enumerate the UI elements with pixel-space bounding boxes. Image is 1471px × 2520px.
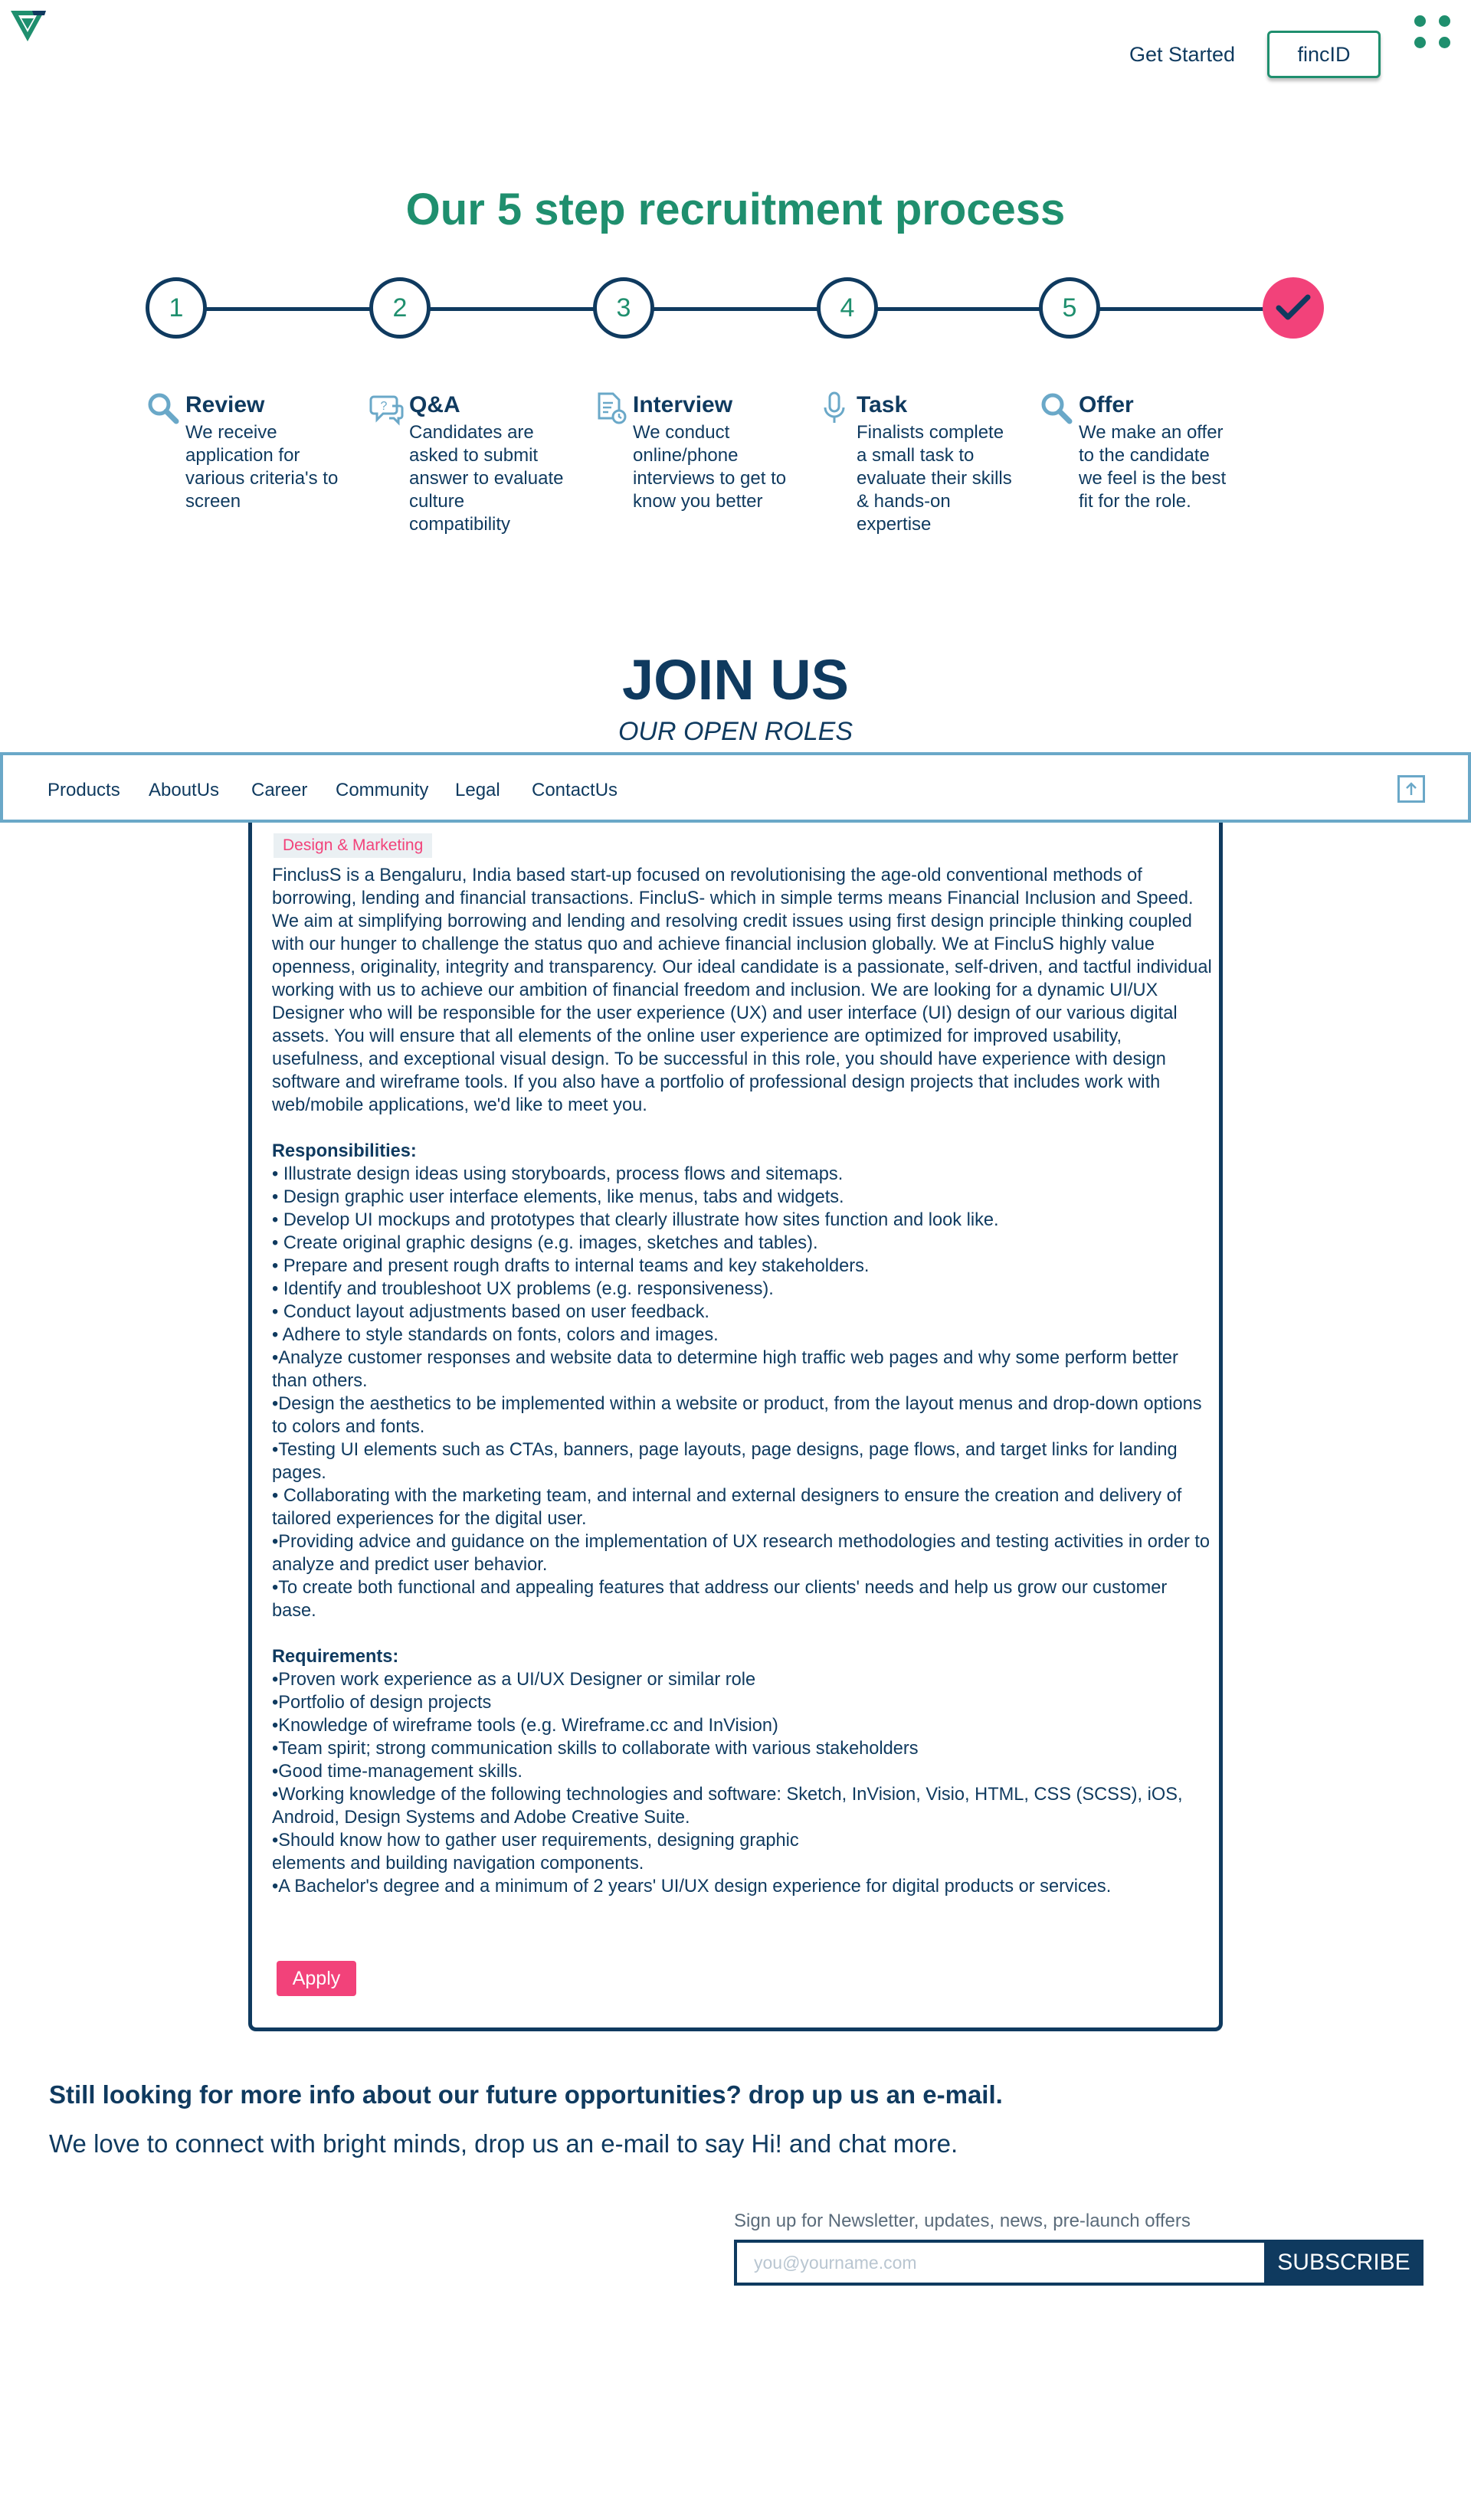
step-number-3: 3	[593, 277, 654, 339]
subscribe-button[interactable]: SUBSCRIBE	[1264, 2240, 1423, 2286]
fincid-button[interactable]: fincID	[1267, 31, 1381, 78]
step-number-5: 5	[1039, 277, 1100, 339]
get-started-link[interactable]: Get Started	[1129, 43, 1235, 67]
connect-text: We love to connect with bright minds, dr…	[49, 2129, 958, 2158]
nav-community[interactable]: Community	[336, 780, 428, 801]
job-category-tag: Design & Marketing	[274, 833, 433, 858]
step-number-2: 2	[369, 277, 431, 339]
apply-button[interactable]: Apply	[277, 1961, 356, 1996]
footer-nav-bar: Products AboutUs Career Community Legal …	[0, 752, 1471, 823]
step-name: Offer	[1079, 392, 1134, 417]
scroll-to-top-button[interactable]	[1397, 775, 1425, 803]
nav-products[interactable]: Products	[48, 780, 120, 801]
list-item: • Identify and troubleshoot UX problems …	[272, 1279, 774, 1299]
list-item: • Illustrate design ideas using storyboa…	[272, 1164, 844, 1184]
fincluS-logo[interactable]	[9, 8, 48, 44]
job-description: FinclusS is a Bengaluru, India based sta…	[272, 864, 1214, 1898]
list-item: •To create both functional and appealing…	[272, 1578, 1168, 1621]
process-title: Our 5 step recruitment process	[405, 185, 1066, 234]
step-description: We conduct online/phone interviews to ge…	[633, 422, 787, 512]
arrow-up-icon	[1406, 782, 1417, 795]
list-item: • Design graphic user interface elements…	[272, 1187, 844, 1207]
step-description: We receive application for various crite…	[185, 422, 339, 512]
list-item: •Good time-management skills.	[272, 1762, 523, 1782]
checkmark-icon	[1276, 294, 1311, 320]
steps-connector-line	[175, 307, 1293, 311]
list-item: •Should know how to gather user requirem…	[272, 1831, 799, 1874]
step-number-1: 1	[146, 277, 207, 339]
nav-aboutus[interactable]: AboutUs	[149, 780, 219, 801]
step-name: Q&A	[409, 392, 460, 417]
more-info-heading: Still looking for more info about our fu…	[49, 2080, 1003, 2109]
open-roles-subtitle: OUR OPEN ROLES	[618, 717, 853, 746]
step-number-4: 4	[817, 277, 878, 339]
step-description: Candidates are asked to submit answer to…	[409, 422, 564, 535]
step-description: Finalists complete a small task to evalu…	[857, 422, 1012, 535]
microphone-icon	[824, 391, 845, 423]
nav-legal[interactable]: Legal	[455, 780, 500, 801]
search-icon	[148, 393, 179, 424]
job-intro: FinclusS is a Bengaluru, India based sta…	[272, 866, 1212, 1115]
list-item: •Testing UI elements such as CTAs, banne…	[272, 1440, 1178, 1483]
list-item: •A Bachelor's degree and a minimum of 2 …	[272, 1877, 1112, 1897]
list-item: •Team spirit; strong communication skill…	[272, 1739, 919, 1759]
question-chat-icon: ?	[369, 395, 404, 426]
job-card: Design & Marketing FinclusS is a Bengalu…	[248, 797, 1223, 2031]
nav-contactus[interactable]: ContactUs	[532, 780, 618, 801]
search-icon	[1041, 393, 1073, 424]
list-item: •Proven work experience as a UI/UX Desig…	[272, 1670, 756, 1690]
list-item: •Design the aesthetics to be implemented…	[272, 1394, 1202, 1437]
list-item: • Adhere to style standards on fonts, co…	[272, 1325, 719, 1345]
requirements-heading: Requirements:	[272, 1647, 399, 1667]
step-complete	[1263, 277, 1324, 339]
nav-career[interactable]: Career	[251, 780, 307, 801]
document-clock-icon	[598, 392, 627, 424]
svg-text:?: ?	[381, 400, 388, 413]
list-item: • Conduct layout adjustments based on us…	[272, 1302, 709, 1322]
step-description: We make an offer to the candidate we fee…	[1079, 422, 1227, 512]
list-item: •Analyze customer responses and website …	[272, 1348, 1178, 1391]
step-name: Task	[857, 392, 908, 417]
apps-grid-icon[interactable]	[1414, 15, 1453, 54]
list-item: •Working knowledge of the following tech…	[272, 1785, 1183, 1828]
list-item: •Portfolio of design projects	[272, 1693, 492, 1713]
list-item: • Prepare and present rough drafts to in…	[272, 1256, 870, 1276]
newsletter-label: Sign up for Newsletter, updates, news, p…	[734, 2211, 1191, 2231]
step-name: Interview	[633, 392, 733, 417]
list-item: •Providing advice and guidance on the im…	[272, 1532, 1211, 1575]
join-us-title: JOIN US	[621, 648, 850, 712]
step-name: Review	[185, 392, 265, 417]
list-item: • Collaborating with the marketing team,…	[272, 1486, 1182, 1529]
list-item: • Develop UI mockups and prototypes that…	[272, 1210, 999, 1230]
responsibilities-heading: Responsibilities:	[272, 1141, 417, 1161]
list-item: •Knowledge of wireframe tools (e.g. Wire…	[272, 1716, 778, 1736]
newsletter-email-input[interactable]	[734, 2240, 1264, 2286]
list-item: • Create original graphic designs (e.g. …	[272, 1233, 818, 1253]
